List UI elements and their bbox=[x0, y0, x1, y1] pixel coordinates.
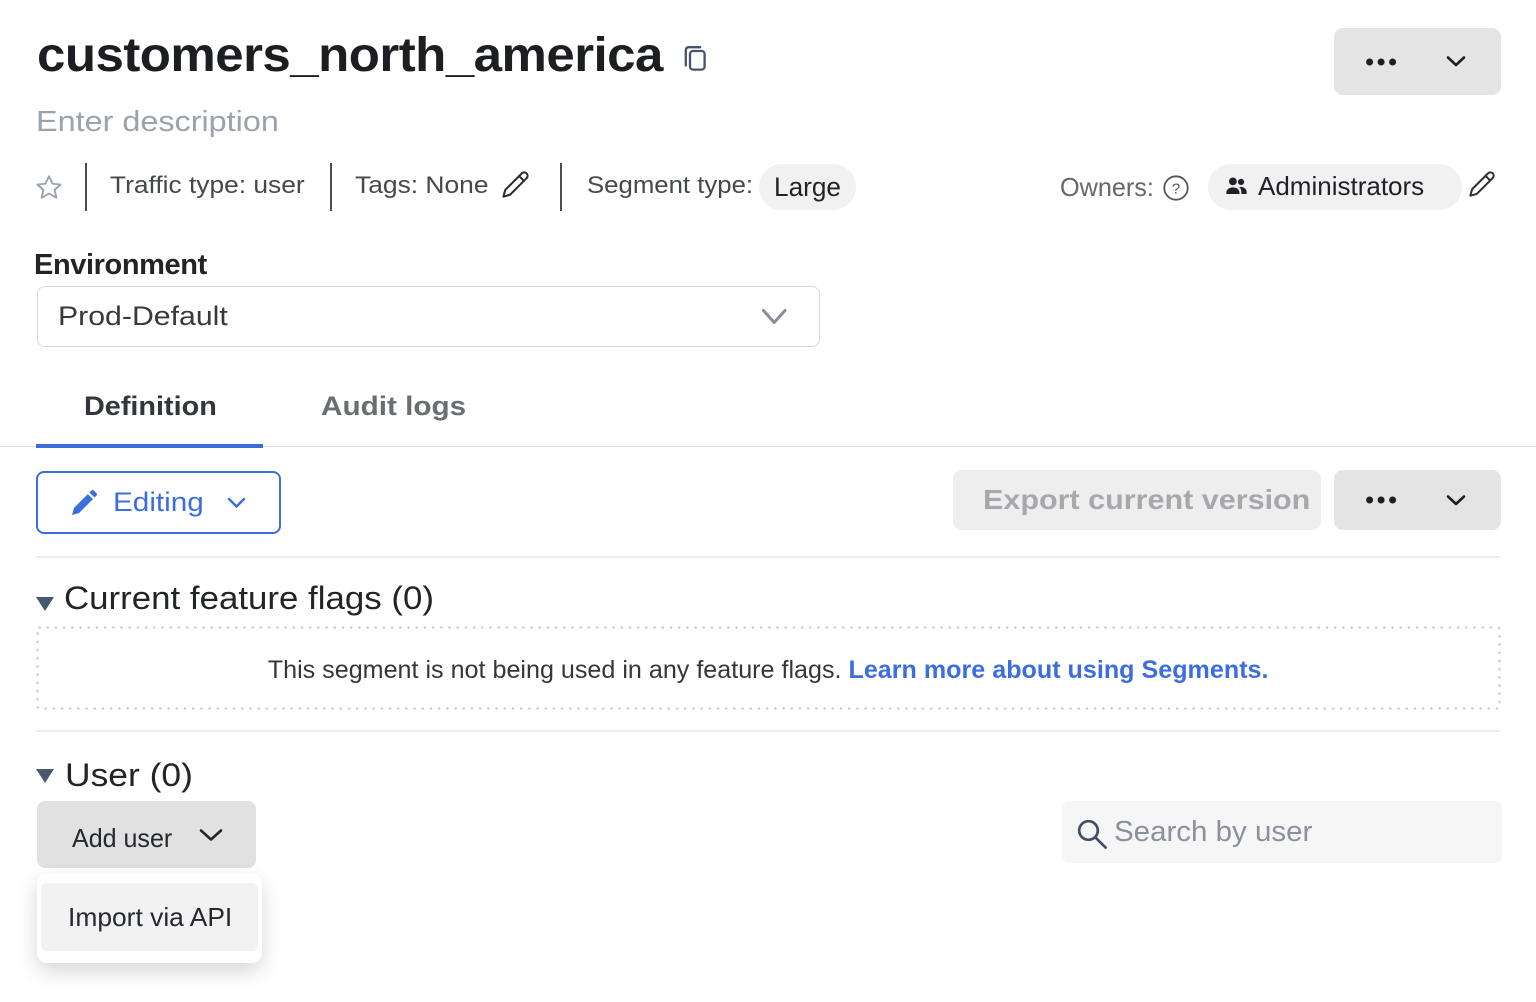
svg-text:?: ? bbox=[1172, 180, 1180, 197]
